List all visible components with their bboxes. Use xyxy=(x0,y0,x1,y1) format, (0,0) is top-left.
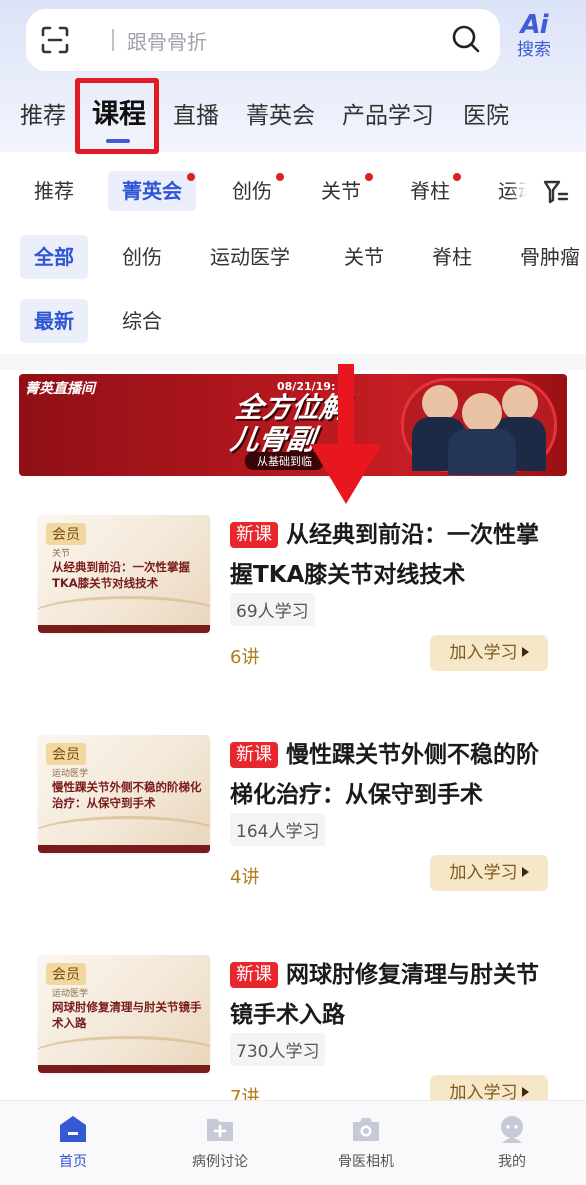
ai-search-button[interactable]: Ai 搜索 xyxy=(510,10,558,60)
tab-hospital[interactable]: 医院 xyxy=(463,96,509,130)
chip-spine[interactable]: 脊柱 xyxy=(432,235,472,279)
chip-all[interactable]: 全部 xyxy=(20,235,88,279)
course-title[interactable]: 新课 从经典到前沿：一次性掌握TKA膝关节对线技术 xyxy=(230,515,560,595)
subtab-elite-club[interactable]: 菁英会 xyxy=(108,171,196,211)
thumb-category: 运动医学 xyxy=(52,769,89,779)
course-card[interactable]: 会员 运动医学 慢性踝关节外侧不稳的阶梯化治疗：从保守到手术 新课 慢性踝关节外侧… xyxy=(0,735,586,945)
lesson-count: 6讲 xyxy=(230,647,260,668)
tab-recommend[interactable]: 推荐 xyxy=(20,96,66,130)
search-icon[interactable] xyxy=(450,23,482,55)
nav-bone-camera[interactable]: 骨医相机 xyxy=(306,1101,426,1185)
chip-trauma[interactable]: 创伤 xyxy=(122,235,162,279)
thumb-category: 关节 xyxy=(52,549,71,559)
course-card[interactable]: 会员 关节 从经典到前沿：一次性掌握TKA膝关节对线技术 新课 从经典到前沿：一次… xyxy=(0,515,586,725)
join-study-button[interactable]: 加入学习 xyxy=(430,635,548,671)
nav-case-discussion[interactable]: 病例讨论 xyxy=(160,1101,280,1185)
course-title[interactable]: 新课 慢性踝关节外侧不稳的阶梯化治疗：从保守到手术 xyxy=(230,735,560,815)
search-input[interactable]: 跟骨骨折 xyxy=(127,26,207,55)
nav-profile[interactable]: 我的 xyxy=(452,1101,572,1185)
play-triangle-icon xyxy=(521,1087,529,1097)
camera-icon xyxy=(353,1118,379,1141)
learner-count: 164人学习 xyxy=(230,813,326,846)
member-badge: 会员 xyxy=(46,963,86,985)
play-triangle-icon xyxy=(521,647,529,657)
course-thumbnail[interactable]: 会员 关节 从经典到前沿：一次性掌握TKA膝关节对线技术 xyxy=(38,515,210,633)
unread-dot xyxy=(187,173,195,181)
course-title[interactable]: 新课 网球肘修复清理与肘关节镜手术入路 xyxy=(230,955,560,1035)
chip-joint[interactable]: 关节 xyxy=(344,235,384,279)
course-thumbnail[interactable]: 会员 运动医学 网球肘修复清理与肘关节镜手术入路 xyxy=(38,955,210,1073)
live-banner[interactable]: 菁英直播间 08/21/19: 全方位解 儿骨副 从基础到临 xyxy=(19,374,567,476)
ai-logo-icon: Ai xyxy=(520,10,548,40)
chip-bone-tumor[interactable]: 骨肿瘤 xyxy=(520,235,580,279)
thumb-title: 从经典到前沿：一次性掌握TKA膝关节对线技术 xyxy=(52,560,190,590)
thumb-title: 网球肘修复清理与肘关节镜手术入路 xyxy=(52,1000,202,1030)
search-box[interactable]: 跟骨骨折 xyxy=(26,9,500,71)
category-chips: 全部 创伤 运动医学 关节 脊柱 骨肿瘤 xyxy=(0,235,586,281)
scan-icon[interactable] xyxy=(40,25,70,55)
nav-home[interactable]: 首页 xyxy=(13,1101,133,1185)
play-triangle-icon xyxy=(521,867,529,877)
profile-icon xyxy=(501,1116,523,1143)
sub-tabs: 推荐 菁英会 创伤 关节 脊柱 运动 xyxy=(0,166,586,220)
sort-latest[interactable]: 最新 xyxy=(20,299,88,343)
member-badge: 会员 xyxy=(46,743,86,765)
new-course-tag: 新课 xyxy=(230,962,278,988)
ai-search-label: 搜索 xyxy=(517,40,551,60)
subtab-trauma[interactable]: 创伤 xyxy=(232,171,272,211)
member-badge: 会员 xyxy=(46,523,86,545)
unread-dot xyxy=(453,173,461,181)
unread-dot xyxy=(276,173,284,181)
join-study-button[interactable]: 加入学习 xyxy=(430,855,548,891)
thumb-category: 运动医学 xyxy=(52,989,89,999)
tab-live[interactable]: 直播 xyxy=(173,96,219,130)
home-icon xyxy=(60,1116,86,1142)
learner-count: 730人学习 xyxy=(230,1033,326,1066)
course-thumbnail[interactable]: 会员 运动医学 慢性踝关节外侧不稳的阶梯化治疗：从保守到手术 xyxy=(38,735,210,853)
chip-sports-medicine[interactable]: 运动医学 xyxy=(210,235,290,279)
filter-icon xyxy=(543,180,569,204)
thumb-title: 慢性踝关节外侧不稳的阶梯化治疗：从保守到手术 xyxy=(52,780,202,810)
banner-brand: 菁英直播间 xyxy=(25,381,95,397)
subtab-recommend[interactable]: 推荐 xyxy=(34,171,74,211)
learner-count: 69人学习 xyxy=(230,593,315,626)
banner-speakers-image xyxy=(401,378,557,475)
bottom-nav: 首页 病例讨论 骨医相机 我的 xyxy=(0,1100,586,1185)
filter-button[interactable] xyxy=(528,166,586,218)
unread-dot xyxy=(365,173,373,181)
active-tab-indicator xyxy=(106,139,130,143)
subtab-spine[interactable]: 脊柱 xyxy=(410,171,450,211)
folder-plus-icon xyxy=(207,1119,233,1141)
new-course-tag: 新课 xyxy=(230,742,278,768)
sort-chips: 最新 综合 xyxy=(0,299,586,345)
tab-product-learning[interactable]: 产品学习 xyxy=(342,96,434,130)
tab-elite-club[interactable]: 菁英会 xyxy=(246,96,315,130)
sort-overall[interactable]: 综合 xyxy=(122,299,162,343)
subtab-joint[interactable]: 关节 xyxy=(321,171,361,211)
new-course-tag: 新课 xyxy=(230,522,278,548)
scroll-down-arrow-icon xyxy=(310,364,382,504)
section-separator xyxy=(0,354,586,370)
search-divider xyxy=(112,29,114,51)
lesson-count: 4讲 xyxy=(230,867,260,888)
